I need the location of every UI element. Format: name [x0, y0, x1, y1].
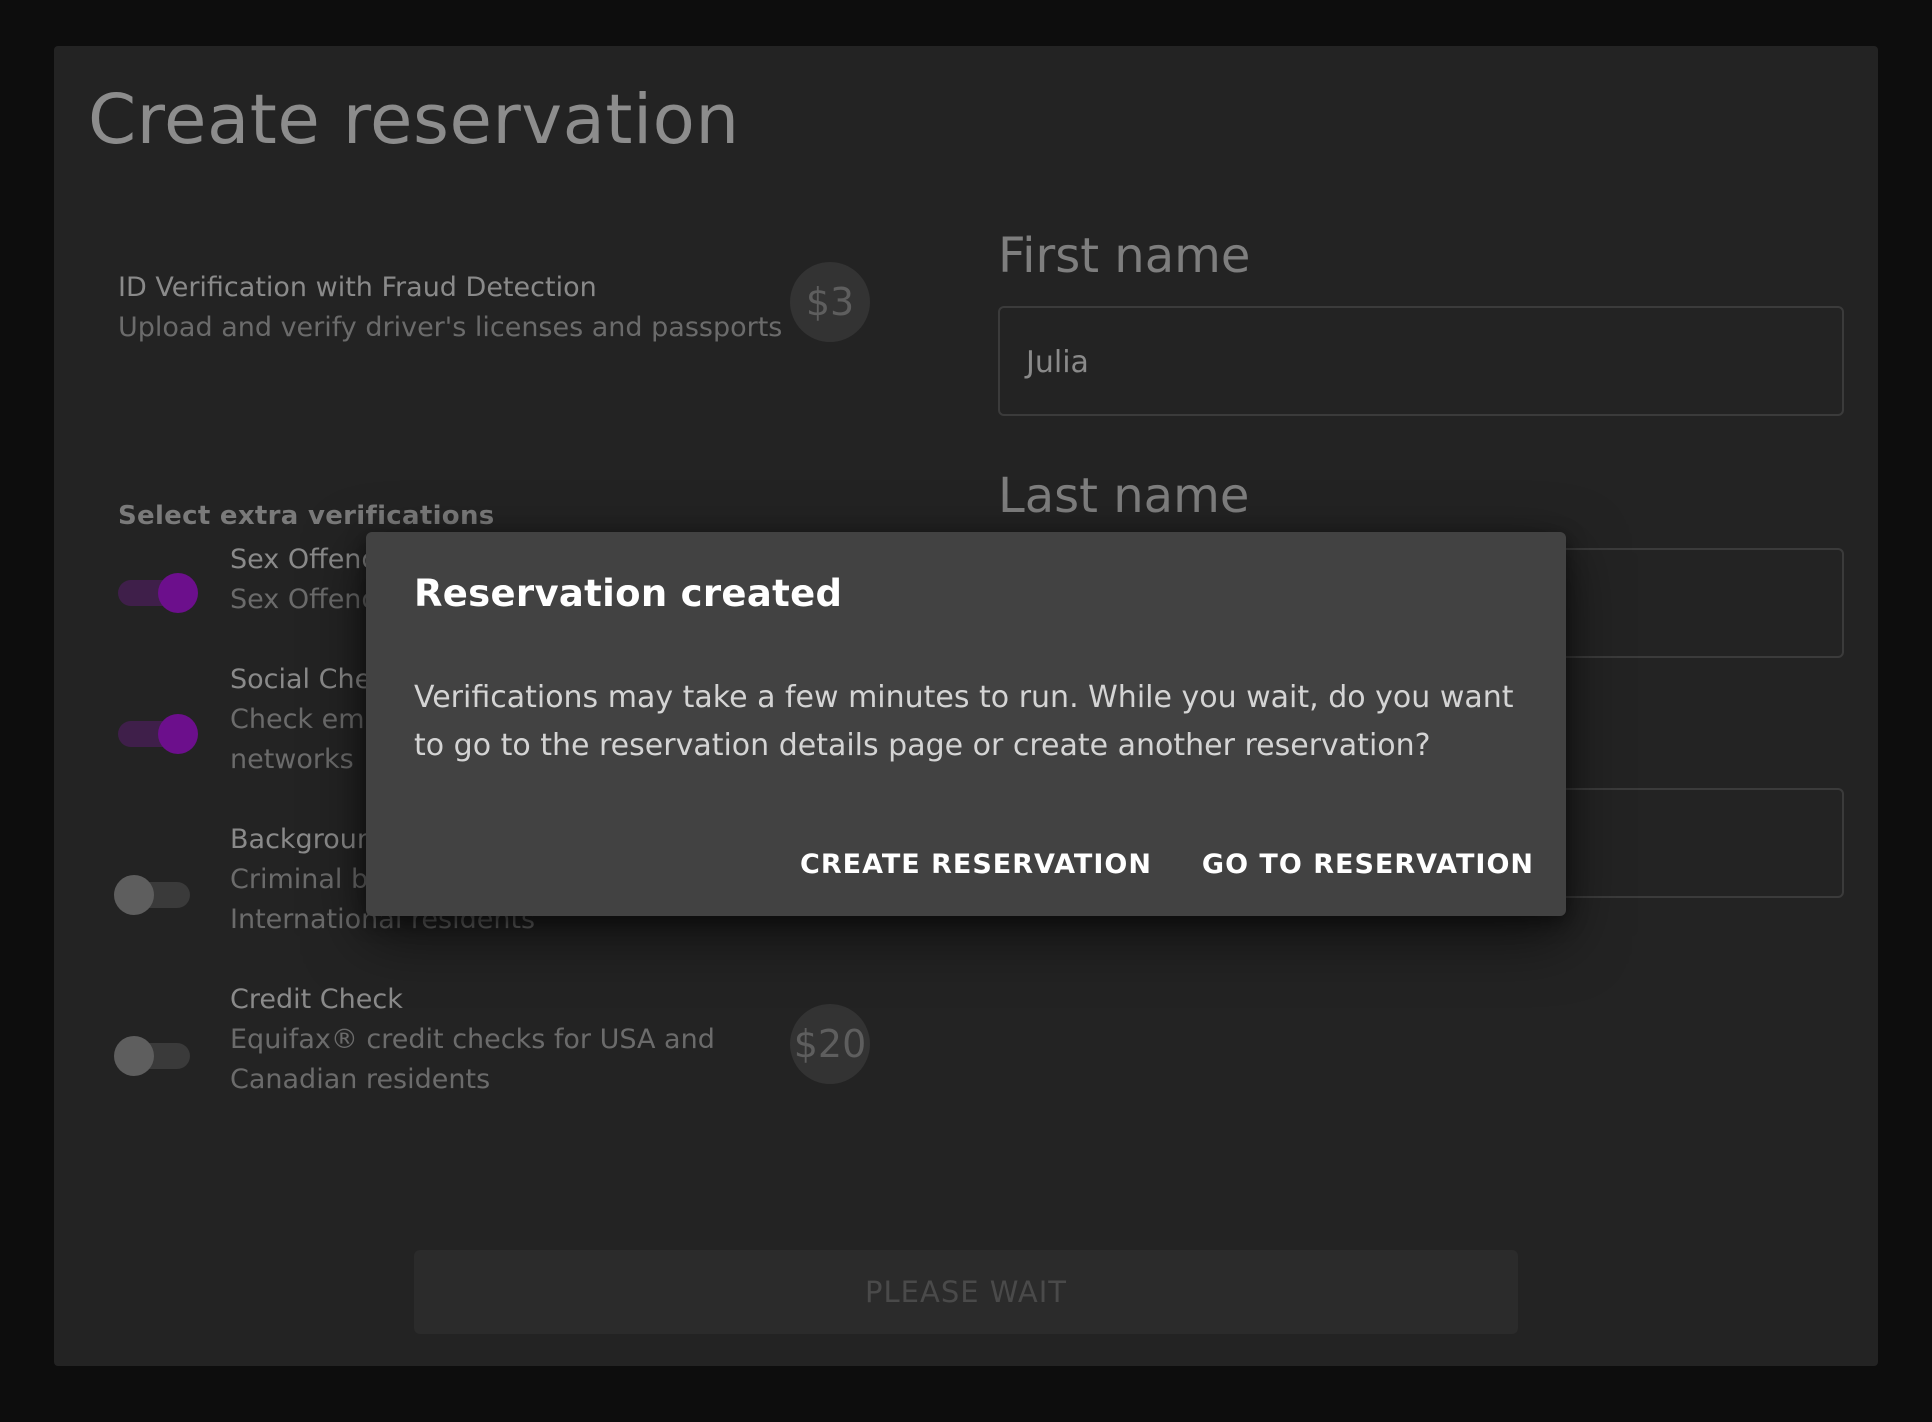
- option-text: Credit Check Equifax® credit checks for …: [230, 980, 730, 1100]
- option-title: Credit Check: [230, 984, 403, 1015]
- background-check-toggle[interactable]: [114, 875, 190, 915]
- base-verification-price-badge: $3: [790, 262, 870, 342]
- base-verification-title: ID Verification with Fraud Detection: [118, 272, 597, 303]
- first-name-field[interactable]: Julia: [998, 306, 1844, 416]
- toggle-thumb: [114, 875, 154, 915]
- base-verification-description: Upload and verify driver's licenses and …: [118, 312, 783, 343]
- please-wait-button[interactable]: PLEASE WAIT: [414, 1250, 1518, 1334]
- option-description: Equifax® credit checks for USA and: [230, 1024, 715, 1055]
- dialog-body: Verifications may take a few minutes to …: [414, 680, 1514, 763]
- toggle-thumb: [158, 714, 198, 754]
- option-description: Canadian residents: [230, 1064, 491, 1095]
- dialog-actions: CREATE RESERVATION GO TO RESERVATION: [800, 843, 1534, 886]
- base-verification-item: ID Verification with Fraud Detection Upl…: [118, 268, 818, 368]
- toggle-thumb: [114, 1036, 154, 1076]
- credit-check-price-badge: $20: [790, 1004, 870, 1084]
- dialog-title: Reservation created: [414, 572, 843, 615]
- create-reservation-button[interactable]: CREATE RESERVATION: [800, 843, 1152, 886]
- last-name-label: Last name: [998, 468, 1250, 524]
- app-background: Create reservation ID Verification with …: [0, 0, 1932, 1422]
- sex-offender-toggle[interactable]: [118, 573, 198, 613]
- first-name-value: Julia: [1026, 345, 1089, 380]
- toggle-thumb: [158, 573, 198, 613]
- extras-section-label: Select extra verifications: [118, 501, 495, 531]
- go-to-reservation-button[interactable]: GO TO RESERVATION: [1202, 843, 1534, 886]
- reservation-created-dialog: Reservation created Verifications may ta…: [366, 532, 1566, 916]
- page-title: Create reservation: [88, 80, 740, 160]
- credit-check-toggle[interactable]: [114, 1036, 190, 1076]
- first-name-label: First name: [998, 228, 1251, 284]
- social-check-toggle[interactable]: [118, 714, 198, 754]
